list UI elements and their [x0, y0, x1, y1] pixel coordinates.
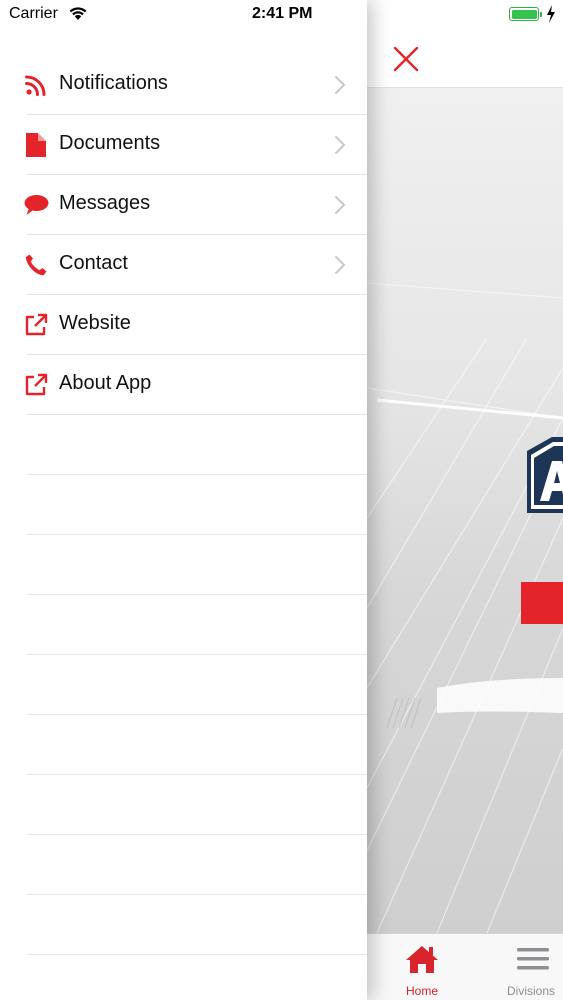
close-button[interactable] — [389, 42, 423, 76]
chevron-right-icon — [335, 136, 346, 154]
empty-row — [0, 475, 367, 535]
chevron-right-icon — [335, 76, 346, 94]
empty-row — [0, 835, 367, 895]
status-time: 2:41 PM — [252, 5, 313, 22]
side-drawer: Carrier 2:41 PM Notifications Documents … — [0, 0, 367, 1000]
empty-row — [0, 415, 367, 475]
empty-row — [0, 715, 367, 775]
tab-home-label: Home — [405, 984, 438, 998]
menu-item-label: Contact — [59, 252, 128, 274]
red-banner — [521, 582, 563, 624]
chevron-right-icon — [335, 256, 346, 274]
empty-row — [0, 655, 367, 715]
team-logo-badge — [527, 437, 563, 513]
main-navbar — [367, 30, 563, 88]
empty-row — [0, 895, 367, 955]
menu-item-about-app[interactable]: About App — [0, 355, 367, 415]
menu-item-label: Documents — [59, 132, 161, 154]
document-icon — [26, 133, 46, 157]
menu-icon — [517, 948, 549, 970]
wifi-icon — [69, 7, 87, 20]
external-link-icon — [25, 373, 48, 396]
chat-bubble-icon — [24, 195, 49, 215]
menu-item-messages[interactable]: Messages — [0, 175, 367, 235]
menu-item-website[interactable]: Website — [0, 295, 367, 355]
home-icon — [406, 946, 438, 973]
tab-divisions[interactable]: Divisions — [479, 934, 563, 1000]
menu-item-label: About App — [59, 372, 152, 394]
tab-divisions-label: Divisions — [507, 984, 556, 998]
empty-row — [0, 775, 367, 835]
main-panel: Home Divisions — [367, 0, 563, 1000]
menu-item-label: Messages — [59, 192, 151, 214]
status-bar: Carrier 2:41 PM — [0, 0, 367, 30]
empty-list-rows — [0, 415, 367, 955]
menu-item-notifications[interactable]: Notifications — [0, 55, 367, 115]
hero-background — [367, 88, 563, 933]
carrier-label: Carrier — [9, 5, 58, 22]
close-icon — [393, 46, 419, 72]
menu-item-documents[interactable]: Documents — [0, 115, 367, 175]
phone-icon — [25, 254, 47, 276]
menu-item-label: Notifications — [59, 72, 168, 94]
empty-row — [0, 595, 367, 655]
external-link-icon — [25, 313, 48, 336]
battery-icon — [509, 7, 542, 21]
chevron-right-icon — [335, 196, 346, 214]
drawer-menu: Notifications Documents Messages Contact… — [0, 55, 367, 415]
empty-row — [0, 535, 367, 595]
tab-home[interactable]: Home — [367, 934, 477, 1000]
tab-bar: Home Divisions — [367, 933, 563, 1000]
rss-icon — [25, 75, 46, 96]
menu-item-label: Website — [59, 312, 131, 334]
charging-bolt-icon — [547, 5, 555, 23]
status-bar-right — [367, 0, 563, 30]
menu-item-contact[interactable]: Contact — [0, 235, 367, 295]
